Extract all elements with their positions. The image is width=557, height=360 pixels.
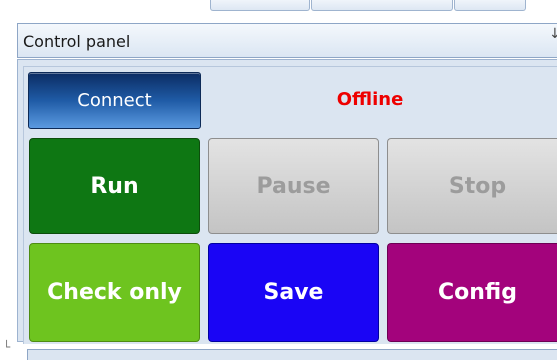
panel-title: Control panel — [23, 32, 131, 51]
config-button[interactable]: Config — [387, 243, 557, 342]
toolbar-button[interactable] — [210, 0, 310, 11]
panel-titlebar: Control panel ↓ — [17, 23, 557, 58]
run-button[interactable]: Run — [29, 138, 200, 234]
control-panel-window: Control panel ↓ └ Connect Offline Run Pa… — [0, 0, 557, 360]
toolbar-button[interactable] — [454, 0, 526, 11]
connect-button[interactable]: Connect — [28, 72, 201, 129]
check-only-button[interactable]: Check only — [29, 243, 200, 342]
toolbar-button[interactable] — [311, 0, 453, 11]
toolbar-strip — [0, 0, 557, 12]
save-button[interactable]: Save — [208, 243, 379, 342]
resize-grip-icon: └ — [3, 340, 11, 354]
pause-button[interactable]: Pause — [208, 138, 379, 234]
bottom-panel — [27, 349, 557, 360]
stop-button[interactable]: Stop — [387, 138, 557, 234]
connection-status: Offline — [336, 89, 404, 110]
pin-icon[interactable]: ↓ — [549, 26, 557, 42]
